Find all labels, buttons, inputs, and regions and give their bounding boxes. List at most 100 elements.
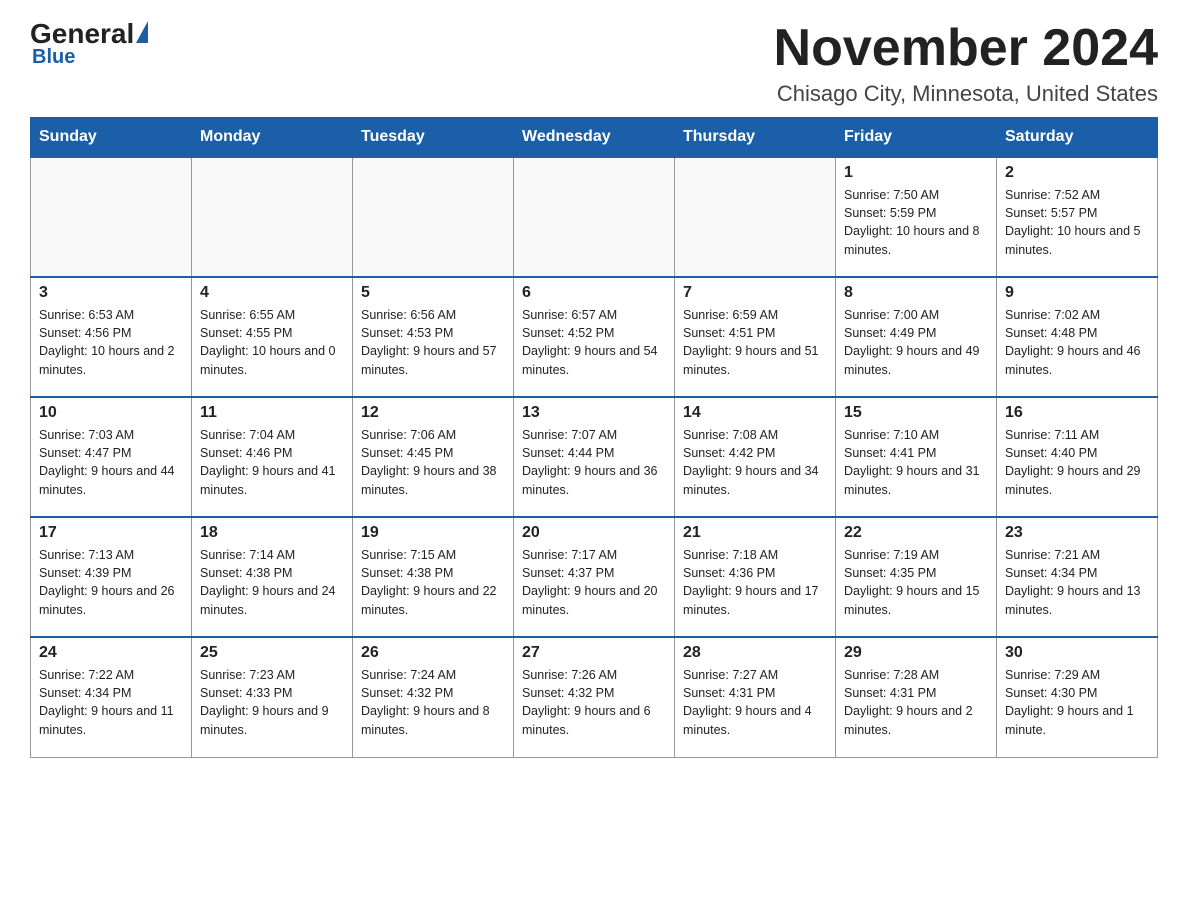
day-number: 22 bbox=[844, 524, 988, 542]
day-number: 23 bbox=[1005, 524, 1149, 542]
day-number: 25 bbox=[200, 644, 344, 662]
calendar-cell: 10Sunrise: 7:03 AM Sunset: 4:47 PM Dayli… bbox=[31, 397, 192, 517]
logo-blue-text: Blue bbox=[32, 46, 75, 69]
calendar-cell: 17 Sunrise: 7:13 AM Sunset: 4:39 PM Dayli… bbox=[31, 517, 192, 637]
calendar-cell: 22Sunrise: 7:19 AM Sunset: 4:35 PM Dayli… bbox=[836, 517, 997, 637]
calendar-cell: 29Sunrise: 7:28 AM Sunset: 4:31 PM Dayli… bbox=[836, 637, 997, 757]
day-number: 8 bbox=[844, 284, 988, 302]
day-number: 24 bbox=[39, 644, 183, 662]
day-number: 1 bbox=[844, 164, 988, 182]
calendar-cell: 11 Sunrise: 7:04 AM Sunset: 4:46 PM Dayli… bbox=[192, 397, 353, 517]
calendar-cell bbox=[31, 157, 192, 277]
calendar-cell: 23 Sunrise: 7:21 AM Sunset: 4:34 PM Dayli… bbox=[997, 517, 1158, 637]
calendar-cell: 20 Sunrise: 7:17 AM Sunset: 4:37 PM Dayli… bbox=[514, 517, 675, 637]
calendar-cell: 4Sunrise: 6:55 AM Sunset: 4:55 PM Daylig… bbox=[192, 277, 353, 397]
day-info: Sunrise: 7:17 AM Sunset: 4:37 PM Dayligh… bbox=[522, 546, 666, 619]
calendar-header-wednesday: Wednesday bbox=[514, 118, 675, 158]
day-number: 19 bbox=[361, 524, 505, 542]
day-info: Sunrise: 7:04 AM Sunset: 4:46 PM Dayligh… bbox=[200, 426, 344, 499]
calendar-cell bbox=[192, 157, 353, 277]
day-number: 5 bbox=[361, 284, 505, 302]
day-info: Sunrise: 6:53 AM Sunset: 4:56 PM Dayligh… bbox=[39, 306, 183, 379]
calendar-cell: 25Sunrise: 7:23 AM Sunset: 4:33 PM Dayli… bbox=[192, 637, 353, 757]
calendar-header-tuesday: Tuesday bbox=[353, 118, 514, 158]
day-info: Sunrise: 7:08 AM Sunset: 4:42 PM Dayligh… bbox=[683, 426, 827, 499]
header: General Blue November 2024 Chisago City,… bbox=[30, 20, 1158, 107]
day-number: 18 bbox=[200, 524, 344, 542]
calendar-header-saturday: Saturday bbox=[997, 118, 1158, 158]
day-number: 7 bbox=[683, 284, 827, 302]
day-info: Sunrise: 7:18 AM Sunset: 4:36 PM Dayligh… bbox=[683, 546, 827, 619]
day-number: 29 bbox=[844, 644, 988, 662]
calendar-cell: 26Sunrise: 7:24 AM Sunset: 4:32 PM Dayli… bbox=[353, 637, 514, 757]
calendar-week-row: 10Sunrise: 7:03 AM Sunset: 4:47 PM Dayli… bbox=[31, 397, 1158, 517]
calendar-week-row: 24 Sunrise: 7:22 AM Sunset: 4:34 PM Dayli… bbox=[31, 637, 1158, 757]
day-number: 15 bbox=[844, 404, 988, 422]
day-info: Sunrise: 7:15 AM Sunset: 4:38 PM Dayligh… bbox=[361, 546, 505, 619]
day-number: 12 bbox=[361, 404, 505, 422]
logo-general-text: General bbox=[30, 20, 134, 48]
day-info: Sunrise: 7:50 AM Sunset: 5:59 PM Dayligh… bbox=[844, 186, 988, 259]
day-info: Sunrise: 6:56 AM Sunset: 4:53 PM Dayligh… bbox=[361, 306, 505, 379]
calendar-cell: 16 Sunrise: 7:11 AM Sunset: 4:40 PM Dayli… bbox=[997, 397, 1158, 517]
calendar-cell: 12 Sunrise: 7:06 AM Sunset: 4:45 PM Dayli… bbox=[353, 397, 514, 517]
logo: General Blue bbox=[30, 20, 148, 69]
day-info: Sunrise: 7:07 AM Sunset: 4:44 PM Dayligh… bbox=[522, 426, 666, 499]
day-info: Sunrise: 7:26 AM Sunset: 4:32 PM Dayligh… bbox=[522, 666, 666, 739]
calendar-header-row: SundayMondayTuesdayWednesdayThursdayFrid… bbox=[31, 118, 1158, 158]
calendar-cell: 27 Sunrise: 7:26 AM Sunset: 4:32 PM Dayli… bbox=[514, 637, 675, 757]
day-number: 14 bbox=[683, 404, 827, 422]
calendar-cell: 3Sunrise: 6:53 AM Sunset: 4:56 PM Daylig… bbox=[31, 277, 192, 397]
calendar-cell: 28 Sunrise: 7:27 AM Sunset: 4:31 PM Dayli… bbox=[675, 637, 836, 757]
calendar-header-thursday: Thursday bbox=[675, 118, 836, 158]
calendar-cell: 6 Sunrise: 6:57 AM Sunset: 4:52 PM Daylig… bbox=[514, 277, 675, 397]
day-info: Sunrise: 7:21 AM Sunset: 4:34 PM Dayligh… bbox=[1005, 546, 1149, 619]
calendar-cell: 24 Sunrise: 7:22 AM Sunset: 4:34 PM Dayli… bbox=[31, 637, 192, 757]
calendar-header-friday: Friday bbox=[836, 118, 997, 158]
day-number: 28 bbox=[683, 644, 827, 662]
calendar-cell: 9Sunrise: 7:02 AM Sunset: 4:48 PM Daylig… bbox=[997, 277, 1158, 397]
day-number: 26 bbox=[361, 644, 505, 662]
day-number: 13 bbox=[522, 404, 666, 422]
calendar-cell: 1 Sunrise: 7:50 AM Sunset: 5:59 PM Daylig… bbox=[836, 157, 997, 277]
calendar-header-monday: Monday bbox=[192, 118, 353, 158]
day-info: Sunrise: 7:52 AM Sunset: 5:57 PM Dayligh… bbox=[1005, 186, 1149, 259]
day-number: 11 bbox=[200, 404, 344, 422]
day-info: Sunrise: 7:14 AM Sunset: 4:38 PM Dayligh… bbox=[200, 546, 344, 619]
calendar-cell bbox=[514, 157, 675, 277]
logo-triangle-icon bbox=[136, 21, 148, 43]
day-number: 30 bbox=[1005, 644, 1149, 662]
day-number: 16 bbox=[1005, 404, 1149, 422]
calendar-cell: 2 Sunrise: 7:52 AM Sunset: 5:57 PM Daylig… bbox=[997, 157, 1158, 277]
calendar-cell: 15 Sunrise: 7:10 AM Sunset: 4:41 PM Dayli… bbox=[836, 397, 997, 517]
day-number: 6 bbox=[522, 284, 666, 302]
calendar-cell: 5 Sunrise: 6:56 AM Sunset: 4:53 PM Daylig… bbox=[353, 277, 514, 397]
day-info: Sunrise: 7:22 AM Sunset: 4:34 PM Dayligh… bbox=[39, 666, 183, 739]
calendar-cell: 19 Sunrise: 7:15 AM Sunset: 4:38 PM Dayli… bbox=[353, 517, 514, 637]
title-area: November 2024 Chisago City, Minnesota, U… bbox=[774, 20, 1158, 107]
day-info: Sunrise: 7:10 AM Sunset: 4:41 PM Dayligh… bbox=[844, 426, 988, 499]
calendar-cell: 18 Sunrise: 7:14 AM Sunset: 4:38 PM Dayli… bbox=[192, 517, 353, 637]
calendar-week-row: 1 Sunrise: 7:50 AM Sunset: 5:59 PM Daylig… bbox=[31, 157, 1158, 277]
day-info: Sunrise: 7:03 AM Sunset: 4:47 PM Dayligh… bbox=[39, 426, 183, 499]
calendar-cell: 30Sunrise: 7:29 AM Sunset: 4:30 PM Dayli… bbox=[997, 637, 1158, 757]
day-number: 21 bbox=[683, 524, 827, 542]
calendar-header-sunday: Sunday bbox=[31, 118, 192, 158]
day-info: Sunrise: 6:57 AM Sunset: 4:52 PM Dayligh… bbox=[522, 306, 666, 379]
day-number: 27 bbox=[522, 644, 666, 662]
calendar-week-row: 17 Sunrise: 7:13 AM Sunset: 4:39 PM Dayli… bbox=[31, 517, 1158, 637]
day-number: 2 bbox=[1005, 164, 1149, 182]
day-info: Sunrise: 7:11 AM Sunset: 4:40 PM Dayligh… bbox=[1005, 426, 1149, 499]
day-number: 20 bbox=[522, 524, 666, 542]
day-number: 17 bbox=[39, 524, 183, 542]
calendar-cell bbox=[675, 157, 836, 277]
day-info: Sunrise: 7:13 AM Sunset: 4:39 PM Dayligh… bbox=[39, 546, 183, 619]
calendar-cell: 13 Sunrise: 7:07 AM Sunset: 4:44 PM Dayli… bbox=[514, 397, 675, 517]
calendar-cell bbox=[353, 157, 514, 277]
day-info: Sunrise: 7:27 AM Sunset: 4:31 PM Dayligh… bbox=[683, 666, 827, 739]
day-info: Sunrise: 7:06 AM Sunset: 4:45 PM Dayligh… bbox=[361, 426, 505, 499]
calendar-cell: 21 Sunrise: 7:18 AM Sunset: 4:36 PM Dayli… bbox=[675, 517, 836, 637]
day-info: Sunrise: 6:59 AM Sunset: 4:51 PM Dayligh… bbox=[683, 306, 827, 379]
day-number: 9 bbox=[1005, 284, 1149, 302]
location-subtitle: Chisago City, Minnesota, United States bbox=[774, 81, 1158, 107]
